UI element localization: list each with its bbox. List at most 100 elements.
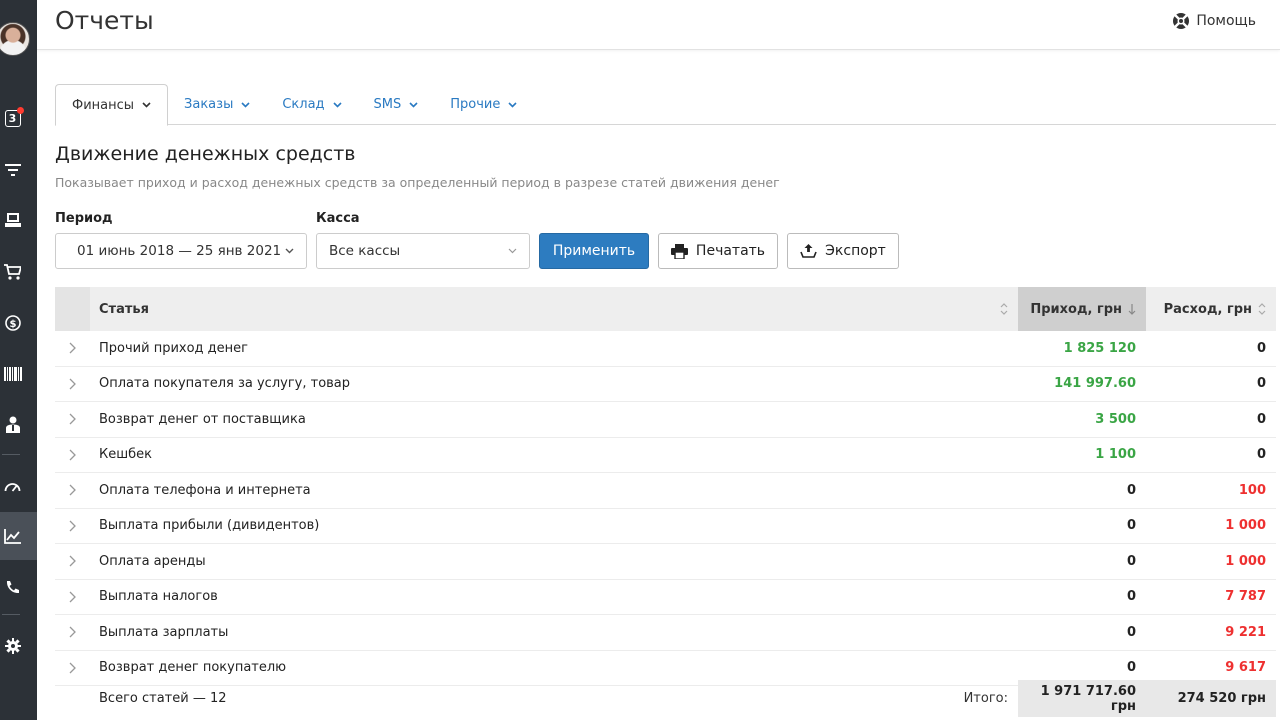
- notifications-icon: 3: [4, 106, 24, 127]
- help-link[interactable]: Помощь: [1172, 12, 1256, 30]
- dollar-icon: $: [4, 315, 21, 331]
- print-button[interactable]: Печатать: [658, 233, 778, 269]
- notifications-count: 3: [8, 111, 17, 125]
- tab-label: Склад: [282, 97, 325, 112]
- tab-other[interactable]: Прочие: [434, 84, 533, 125]
- chevron-right-icon: [69, 378, 76, 390]
- table-row[interactable]: Оплата телефона и интернета 0 100: [55, 473, 1276, 509]
- cash-value: Все кассы: [329, 243, 401, 259]
- printer-desk-icon: [4, 213, 21, 227]
- tab-warehouse[interactable]: Склад: [266, 84, 357, 125]
- tab-finance[interactable]: Финансы: [55, 84, 169, 126]
- article-name: Прочий приход денег: [99, 340, 248, 356]
- table-row[interactable]: Выплата зарплаты 0 9 221: [55, 615, 1276, 651]
- income-value: 0: [1126, 518, 1136, 534]
- table-row[interactable]: Выплата прибыли (дивидентов) 0 1 000: [55, 509, 1276, 544]
- sidebar-divider: [2, 454, 20, 455]
- sidebar-item-reports[interactable]: [0, 512, 37, 560]
- expand-row-button[interactable]: [55, 484, 90, 496]
- expand-column-header: [55, 287, 90, 331]
- gear-icon: [4, 638, 21, 654]
- barcode-icon: [3, 367, 22, 381]
- article-name: Выплата налогов: [99, 589, 218, 605]
- table-row[interactable]: Возврат денег от поставщика 3 500 0: [55, 402, 1276, 438]
- period-select[interactable]: 01 июнь 2018 — 25 янв 2021: [55, 233, 307, 269]
- export-icon: [800, 244, 817, 258]
- article-name: Возврат денег от поставщика: [99, 411, 306, 427]
- sidebar-item-shop[interactable]: [0, 250, 37, 294]
- sidebar-item-employees[interactable]: [0, 402, 37, 446]
- expense-value: 9 617: [1225, 660, 1266, 676]
- table-row[interactable]: Оплата покупателя за услугу, товар 141 99…: [55, 367, 1276, 402]
- sidebar-item-filter[interactable]: [0, 148, 37, 192]
- sidebar-item-dashboard[interactable]: [0, 464, 37, 508]
- sum-label: Итого:: [963, 691, 1008, 706]
- apply-button[interactable]: Применить: [539, 233, 649, 269]
- report-tabs: Финансы Заказы Склад SMS Прочие: [55, 84, 1276, 126]
- article-name: Оплата аренды: [99, 553, 206, 569]
- expand-row-button[interactable]: [55, 342, 90, 354]
- user-avatar[interactable]: [0, 22, 30, 56]
- table-row[interactable]: Кешбек 1 100 0: [55, 438, 1276, 473]
- period-label: Период: [55, 211, 113, 226]
- expand-row-button[interactable]: [55, 378, 90, 390]
- chevron-right-icon: [69, 449, 76, 461]
- chevron-right-icon: [69, 342, 76, 354]
- expand-row-button[interactable]: [55, 662, 90, 674]
- expense-value: 1 000: [1225, 518, 1266, 534]
- sidebar-item-finance[interactable]: $: [0, 301, 37, 345]
- chevron-right-icon: [69, 413, 76, 425]
- column-header-article[interactable]: Статья: [90, 287, 1018, 331]
- expand-row-button[interactable]: [55, 555, 90, 567]
- table-row[interactable]: Оплата аренды 0 1 000: [55, 544, 1276, 580]
- expense-total: 274 520 грн: [1177, 691, 1266, 706]
- sidebar-item-workplace[interactable]: [0, 198, 37, 242]
- cash-select[interactable]: Все кассы: [316, 233, 530, 269]
- notification-dot: [16, 106, 24, 114]
- expand-row-button[interactable]: [55, 449, 90, 461]
- filter-icon: [4, 164, 21, 176]
- income-value: 1 825 120: [1063, 340, 1136, 356]
- expand-row-button[interactable]: [55, 413, 90, 425]
- report-title: Движение денежных средств: [55, 143, 356, 165]
- cash-label: Касса: [316, 211, 360, 226]
- expense-value: 0: [1256, 447, 1266, 463]
- income-value: 0: [1126, 553, 1136, 569]
- chevron-right-icon: [69, 662, 76, 674]
- sort-icon: [1000, 303, 1008, 315]
- income-value: 0: [1126, 482, 1136, 498]
- chevron-down-icon: [332, 101, 342, 108]
- expand-row-button[interactable]: [55, 591, 90, 603]
- chevron-down-icon: [142, 102, 151, 108]
- expand-row-button[interactable]: [55, 520, 90, 532]
- total-articles: Всего статей — 12: [99, 691, 227, 706]
- income-value: 0: [1126, 589, 1136, 605]
- expense-value: 9 221: [1225, 624, 1266, 640]
- table-row[interactable]: Выплата налогов 0 7 787: [55, 580, 1276, 615]
- income-value: 0: [1126, 660, 1136, 676]
- page-header: Отчеты Помощь: [37, 0, 1280, 50]
- article-name: Оплата телефона и интернета: [99, 482, 311, 498]
- column-header-income[interactable]: Приход, грн: [1018, 287, 1146, 331]
- tab-sms[interactable]: SMS: [358, 84, 435, 125]
- column-header-expense[interactable]: Расход, грн: [1146, 287, 1276, 331]
- sidebar: 3 $: [0, 0, 37, 720]
- export-button[interactable]: Экспорт: [787, 233, 899, 269]
- expand-row-button[interactable]: [55, 626, 90, 638]
- sidebar-item-notifications[interactable]: 3: [0, 96, 37, 140]
- table-row[interactable]: Прочий приход денег 1 825 120 0: [55, 331, 1276, 367]
- article-name: Возврат денег покупателю: [99, 660, 287, 676]
- sort-icon: [1258, 303, 1266, 315]
- sidebar-item-warehouse[interactable]: [0, 352, 37, 396]
- income-value: 3 500: [1095, 411, 1136, 427]
- tab-label: Заказы: [184, 97, 234, 112]
- article-name: Кешбек: [99, 447, 152, 463]
- chevron-right-icon: [69, 520, 76, 532]
- apply-label: Применить: [552, 243, 636, 259]
- tab-orders[interactable]: Заказы: [168, 84, 266, 125]
- sidebar-item-telephony[interactable]: [0, 565, 37, 609]
- sidebar-divider: [2, 614, 20, 615]
- help-label: Помощь: [1196, 13, 1256, 29]
- sidebar-item-settings[interactable]: [0, 624, 37, 668]
- column-label: Расход, грн: [1163, 301, 1252, 317]
